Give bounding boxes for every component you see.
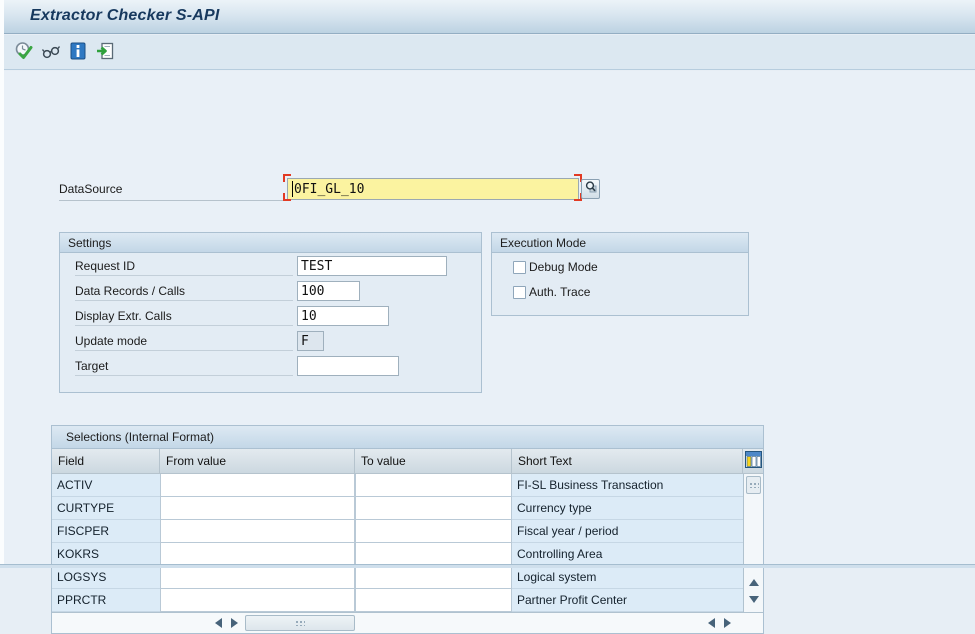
target-input[interactable] — [297, 356, 399, 376]
cell-short-text[interactable]: Controlling Area — [512, 543, 743, 566]
table-configuration-button[interactable] — [743, 449, 763, 474]
table-row: PPRCTR Partner Profit Center — [52, 589, 743, 612]
display-extraction-button[interactable] — [40, 42, 62, 64]
grip-dots-icon — [749, 482, 759, 488]
cell-field[interactable]: FISCPER — [52, 520, 160, 543]
window-bottom-edge — [0, 564, 975, 568]
exit-icon — [95, 41, 115, 66]
auth-trace-label: Auth. Trace — [529, 285, 590, 299]
cell-to-value[interactable] — [355, 520, 512, 543]
page-title: Extractor Checker S-API — [30, 7, 220, 25]
column-scroll-left-button[interactable] — [703, 615, 719, 631]
cell-to-value[interactable] — [355, 589, 512, 612]
debug-mode-checkbox[interactable] — [513, 261, 526, 274]
left-arrow-icon — [708, 618, 715, 628]
request-id-label: Request ID — [75, 259, 293, 276]
cell-to-value[interactable] — [355, 566, 512, 589]
selections-groupbox: Selections (Internal Format) Field From … — [51, 425, 764, 634]
search-icon — [584, 180, 598, 199]
settings-title: Settings — [60, 233, 481, 253]
focus-bracket — [283, 193, 291, 201]
screen-body: DataSource Settings Request ID — [4, 71, 975, 564]
execution-mode-title: Execution Mode — [492, 233, 748, 253]
cell-field[interactable]: ACTIV — [52, 474, 160, 497]
table-row: CURTYPE Currency type — [52, 497, 743, 520]
update-mode-label: Update mode — [75, 334, 293, 351]
datasource-value-help-button[interactable] — [581, 179, 600, 199]
sap-window: Extractor Checker S-API — [0, 0, 975, 568]
focus-bracket — [283, 174, 291, 182]
datasource-input[interactable] — [287, 178, 579, 200]
auth-trace-checkbox[interactable] — [513, 286, 526, 299]
cell-short-text[interactable]: Logical system — [512, 566, 743, 589]
cell-from-value[interactable] — [160, 497, 355, 520]
cell-field[interactable]: PPRCTR — [52, 589, 160, 612]
execute-icon — [14, 41, 34, 66]
info-button[interactable] — [67, 42, 89, 64]
cell-from-value[interactable] — [160, 520, 355, 543]
display-glasses-icon — [41, 41, 61, 66]
datasource-label: DataSource — [59, 182, 122, 196]
settings-groupbox: Settings Request ID Data Records / Calls… — [59, 232, 482, 393]
cell-field[interactable]: CURTYPE — [52, 497, 160, 520]
debug-mode-label: Debug Mode — [529, 260, 598, 274]
scroll-up-button[interactable] — [745, 574, 763, 591]
scroll-left-button[interactable] — [210, 615, 226, 631]
down-arrow-icon — [749, 596, 759, 603]
horizontal-scrollbar[interactable] — [52, 612, 763, 633]
vertical-scrollbar[interactable] — [743, 474, 763, 612]
table-header-row: Field From value To value Short Text — [52, 449, 763, 474]
cell-from-value[interactable] — [160, 543, 355, 566]
table-row: ACTIV FI-SL Business Transaction — [52, 474, 743, 497]
vertical-scrollbar-thumb[interactable] — [746, 476, 761, 494]
cell-short-text[interactable]: FI-SL Business Transaction — [512, 474, 743, 497]
selections-title: Selections (Internal Format) — [52, 426, 763, 449]
cell-field[interactable]: KOKRS — [52, 543, 160, 566]
auth-trace-checkbox-row[interactable]: Auth. Trace — [513, 284, 590, 300]
cell-short-text[interactable]: Fiscal year / period — [512, 520, 743, 543]
cell-short-text[interactable]: Currency type — [512, 497, 743, 520]
request-id-input[interactable] — [297, 256, 447, 276]
table-row: LOGSYS Logical system — [52, 566, 743, 589]
column-scroll-right-button[interactable] — [719, 615, 735, 631]
application-toolbar — [4, 35, 975, 70]
up-arrow-icon — [749, 579, 759, 586]
right-arrow-icon — [724, 618, 731, 628]
execute-button[interactable] — [13, 42, 35, 64]
title-bar: Extractor Checker S-API — [4, 0, 975, 34]
execution-mode-groupbox: Execution Mode Debug Mode Auth. Trace — [491, 232, 749, 316]
info-icon — [68, 41, 88, 66]
cell-from-value[interactable] — [160, 566, 355, 589]
exit-button[interactable] — [94, 42, 116, 64]
debug-mode-checkbox-row[interactable]: Debug Mode — [513, 259, 598, 275]
column-header-from-value[interactable]: From value — [160, 449, 355, 474]
column-header-short-text[interactable]: Short Text — [512, 449, 743, 474]
horizontal-scrollbar-thumb[interactable] — [245, 615, 355, 631]
cell-to-value[interactable] — [355, 543, 512, 566]
update-mode-input[interactable] — [297, 331, 324, 351]
grip-dots-icon — [295, 620, 305, 626]
left-arrow-icon — [215, 618, 222, 628]
display-extr-calls-input[interactable] — [297, 306, 389, 326]
column-header-field[interactable]: Field — [52, 449, 160, 474]
table-row: KOKRS Controlling Area — [52, 543, 743, 566]
cell-short-text[interactable]: Partner Profit Center — [512, 589, 743, 612]
target-label: Target — [75, 359, 293, 376]
right-arrow-icon — [231, 618, 238, 628]
scroll-right-button[interactable] — [226, 615, 242, 631]
cell-to-value[interactable] — [355, 497, 512, 520]
cell-to-value[interactable] — [355, 474, 512, 497]
datasource-underline — [59, 200, 287, 201]
table-settings-icon — [745, 451, 762, 471]
column-header-to-value[interactable]: To value — [355, 449, 512, 474]
table-row: FISCPER Fiscal year / period — [52, 520, 743, 543]
display-extr-calls-label: Display Extr. Calls — [75, 309, 293, 326]
cell-from-value[interactable] — [160, 474, 355, 497]
scroll-down-button[interactable] — [745, 591, 763, 608]
text-cursor — [292, 181, 293, 197]
cell-from-value[interactable] — [160, 589, 355, 612]
cell-field[interactable]: LOGSYS — [52, 566, 160, 589]
data-records-calls-label: Data Records / Calls — [75, 284, 293, 301]
data-records-calls-input[interactable] — [297, 281, 360, 301]
